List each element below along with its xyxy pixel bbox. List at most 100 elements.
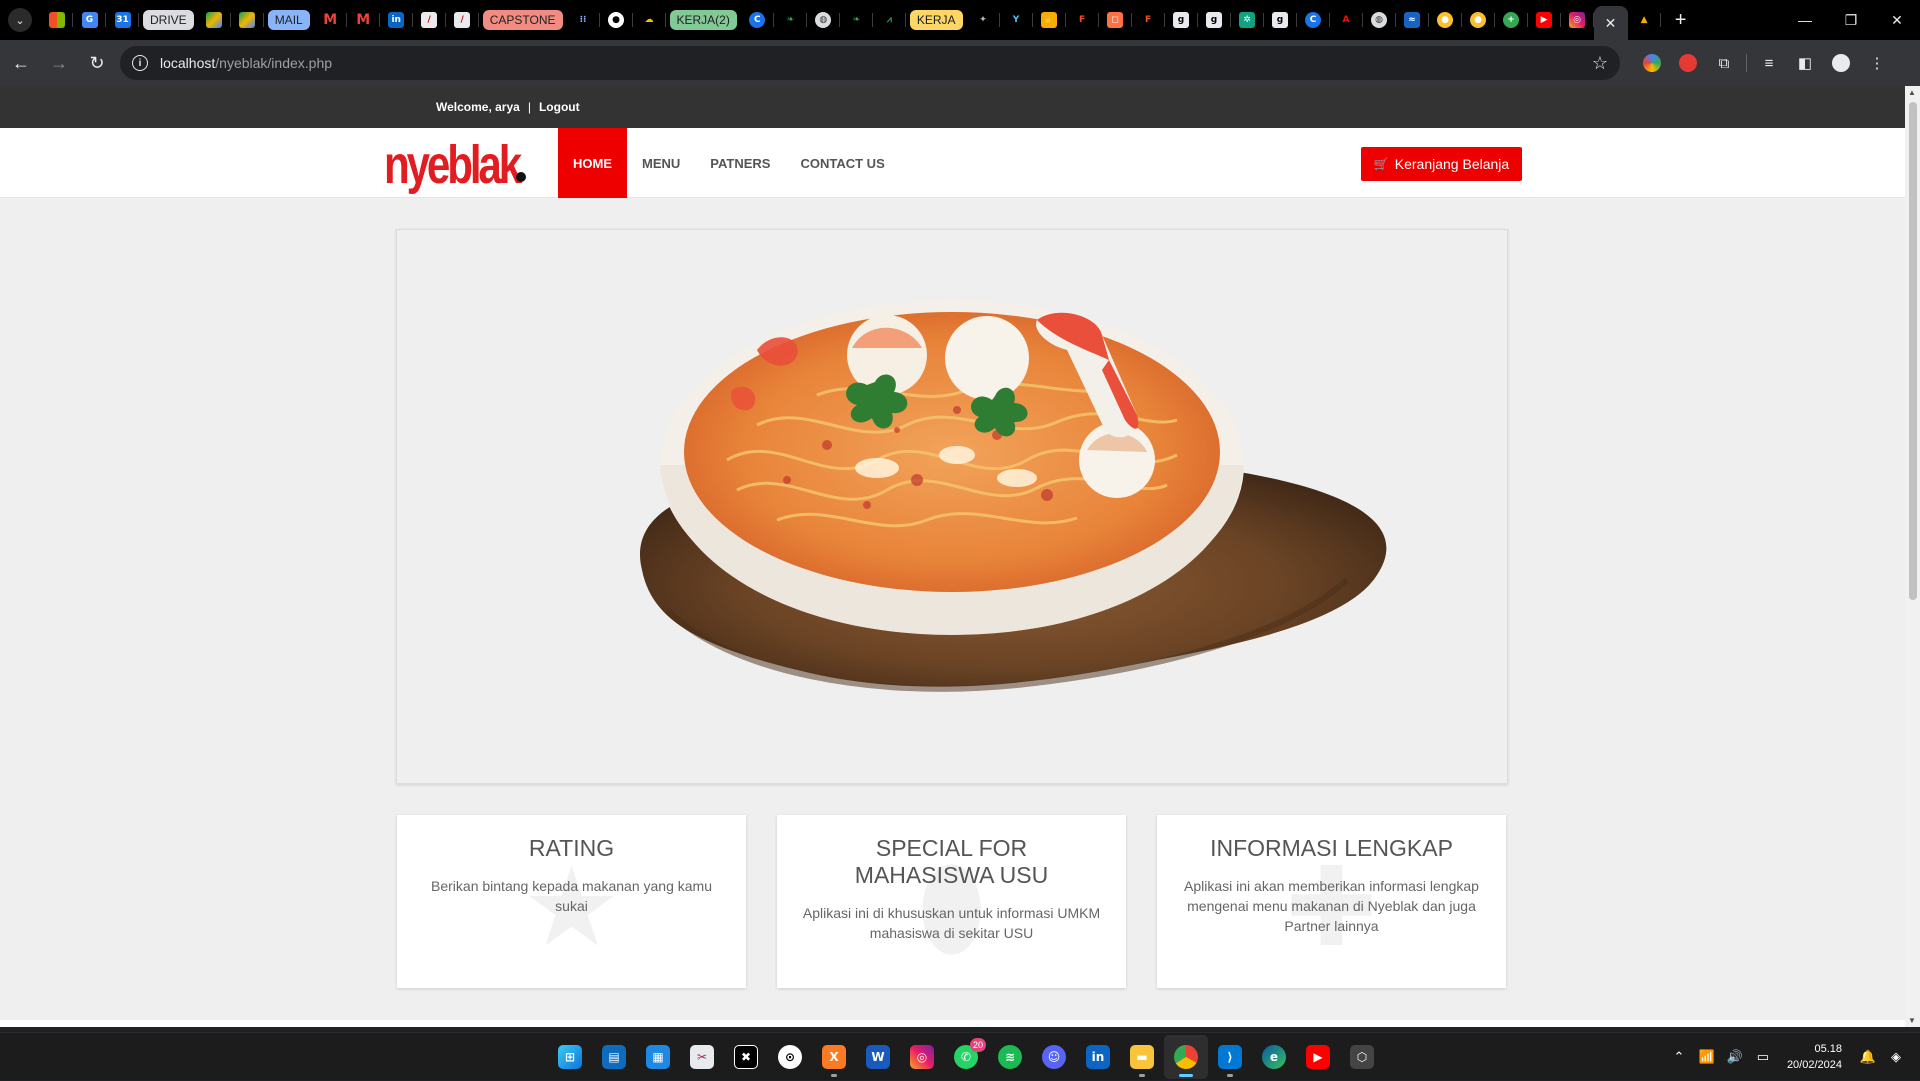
pinned-tab-wave[interactable]: ≈ — [1396, 0, 1429, 40]
active-tab[interactable]: ✕ — [1593, 6, 1628, 40]
pinned-tab-hand[interactable]: ✋ — [1033, 0, 1066, 40]
pinned-tab-orange[interactable]: ◻ — [1099, 0, 1132, 40]
start-button[interactable]: ⊞ — [548, 1035, 592, 1079]
taskbar-app-word[interactable]: W — [856, 1035, 900, 1079]
scroll-up-arrow-icon[interactable]: ▲ — [1908, 88, 1916, 97]
forward-button[interactable]: → — [42, 46, 76, 80]
pinned-tab-g-2[interactable]: g — [1198, 0, 1231, 40]
volume-icon[interactable]: 🔊 — [1723, 1049, 1747, 1065]
taskbar-app-whatsapp[interactable]: ✆ 20 — [944, 1035, 988, 1079]
nav-contact-us[interactable]: CONTACT US — [785, 128, 899, 198]
pinned-tab-microsoft[interactable] — [40, 0, 73, 40]
pinned-tab-instagram[interactable]: ◎ — [1561, 0, 1594, 40]
taskbar-clock[interactable]: 05.18 20/02/2024 — [1787, 1041, 1842, 1073]
taskbar-app-spotify[interactable]: ≋ — [988, 1035, 1032, 1079]
tab-group-drive[interactable]: DRIVE — [143, 10, 194, 30]
taskbar-app-toggle[interactable]: ⊙ — [768, 1035, 812, 1079]
pinned-tab-dots[interactable]: ⁝⁝ — [567, 0, 600, 40]
pinned-tab-chatgpt[interactable]: ✲ — [1231, 0, 1264, 40]
pinned-tab-g-3[interactable]: g — [1264, 0, 1297, 40]
reload-button[interactable]: ↻ — [80, 46, 114, 80]
cart-button[interactable]: 🛒 Keranjang Belanja — [1361, 147, 1522, 181]
notification-bell-icon[interactable]: 🔔 — [1856, 1049, 1880, 1065]
taskbar-app-xampp[interactable]: X — [812, 1035, 856, 1079]
tab-group-capstone[interactable]: CAPSTONE — [482, 10, 563, 30]
nav-home[interactable]: HOME — [558, 128, 627, 198]
taskbar-app-capcut[interactable]: ✖ — [724, 1035, 768, 1079]
pinned-tab-calendar[interactable]: 31 — [106, 0, 139, 40]
taskbar-app-edge[interactable]: e — [1252, 1035, 1296, 1079]
pinned-tab-chart[interactable]: ⩘ — [873, 0, 906, 40]
pinned-tab-gmail-2[interactable]: M — [347, 0, 380, 40]
extension-google-icon[interactable] — [1634, 46, 1670, 80]
tab-search-chevron-icon[interactable]: ⌄ — [8, 8, 32, 32]
pinned-tab-mountain[interactable]: ▲ — [1628, 0, 1661, 40]
taskbar-app-instagram[interactable]: ◎ — [900, 1035, 944, 1079]
taskbar-app-chrome[interactable] — [1164, 1035, 1208, 1079]
close-tab-icon[interactable]: ✕ — [1605, 15, 1617, 32]
pinned-tab-y[interactable]: Y — [1000, 0, 1033, 40]
taskbar-app-widgets[interactable]: ▤ — [592, 1035, 636, 1079]
pinned-tab-figma-2[interactable]: / — [446, 0, 479, 40]
pinned-tab-gdrive-2[interactable] — [231, 0, 264, 40]
pinned-tab-coin-1[interactable]: ● — [1429, 0, 1462, 40]
minimize-button[interactable]: — — [1782, 0, 1828, 40]
close-window-button[interactable]: ✕ — [1874, 0, 1920, 40]
site-logo[interactable]: nyeblak — [384, 138, 522, 192]
pinned-tab-figma-4[interactable]: F — [1132, 0, 1165, 40]
nav-patners[interactable]: PATNERS — [695, 128, 785, 198]
pinned-tab-youtube[interactable]: ▶ — [1528, 0, 1561, 40]
pinned-tab-figma-3[interactable]: F — [1066, 0, 1099, 40]
taskbar-app-unity[interactable]: ⬡ — [1340, 1035, 1384, 1079]
site-info-icon[interactable]: i — [132, 55, 148, 71]
battery-icon[interactable]: ▭ — [1751, 1049, 1775, 1065]
taskbar-app-discord[interactable]: ☺ — [1032, 1035, 1076, 1079]
pinned-tab-gmail-1[interactable]: M — [314, 0, 347, 40]
media-controls-icon[interactable]: ≡ — [1751, 46, 1787, 80]
pinned-tab-translate[interactable]: G — [73, 0, 106, 40]
scrollbar-thumb[interactable] — [1909, 102, 1917, 600]
tab-group-mail[interactable]: MAIL — [267, 10, 310, 30]
pinned-tab-github[interactable]: ● — [600, 0, 633, 40]
page-scrollbar[interactable]: ▲ ▼ — [1905, 86, 1920, 1027]
extension-red-icon[interactable] — [1670, 46, 1706, 80]
side-panel-icon[interactable]: ◧ — [1787, 46, 1823, 80]
pinned-tab-leaf-2[interactable]: ❧ — [840, 0, 873, 40]
address-url[interactable]: localhost/nyeblak/index.php — [160, 55, 332, 71]
copilot-icon[interactable]: ◈ — [1884, 1049, 1908, 1065]
pinned-tab-canva[interactable]: C — [741, 0, 774, 40]
show-hidden-icons-chevron-icon[interactable]: ⌃ — [1667, 1049, 1691, 1065]
taskbar-app-youtube[interactable]: ▶ — [1296, 1035, 1340, 1079]
pinned-tab-canva-2[interactable]: C — [1297, 0, 1330, 40]
nav-menu[interactable]: MENU — [627, 128, 695, 198]
extensions-puzzle-icon[interactable]: ⧉ — [1706, 46, 1742, 80]
pinned-tab-figma-1[interactable]: / — [413, 0, 446, 40]
taskbar-app-snipping[interactable]: ✂ — [680, 1035, 724, 1079]
logout-link[interactable]: Logout — [539, 100, 580, 114]
pinned-tab-green[interactable]: + — [1495, 0, 1528, 40]
new-tab-button[interactable]: + — [1667, 6, 1695, 34]
pinned-tab-gdrive-1[interactable] — [198, 0, 231, 40]
pinned-tab-cloud[interactable]: ☁ — [633, 0, 666, 40]
tab-group-kerja-2[interactable]: KERJA(2) — [669, 10, 737, 30]
pinned-tab-linkedin[interactable]: in — [380, 0, 413, 40]
restore-button[interactable]: ❐ — [1828, 0, 1874, 40]
pinned-tab-tool[interactable]: ✦ — [967, 0, 1000, 40]
taskbar-app-store[interactable]: ▦ — [636, 1035, 680, 1079]
address-bar[interactable]: i localhost/nyeblak/index.php ☆ — [120, 46, 1620, 80]
wifi-icon[interactable]: 📶 — [1695, 1049, 1719, 1065]
tab-group-kerja[interactable]: KERJA — [909, 10, 963, 30]
pinned-tab-g-1[interactable]: g — [1165, 0, 1198, 40]
back-button[interactable]: ← — [4, 46, 38, 80]
taskbar-app-linkedin[interactable]: in — [1076, 1035, 1120, 1079]
menu-kebab-icon[interactable]: ⋮ — [1859, 46, 1895, 80]
bookmark-star-icon[interactable]: ☆ — [1592, 53, 1608, 74]
pinned-tab-coin-2[interactable]: ● — [1462, 0, 1495, 40]
pinned-tab-adobe[interactable]: A — [1330, 0, 1363, 40]
hero-slider[interactable] — [396, 229, 1508, 784]
pinned-tab-globe-2[interactable]: ◍ — [1363, 0, 1396, 40]
scroll-down-arrow-icon[interactable]: ▼ — [1908, 1016, 1916, 1025]
pinned-tab-globe[interactable]: ◍ — [807, 0, 840, 40]
pinned-tab-leaf-1[interactable]: ❧ — [774, 0, 807, 40]
taskbar-app-vscode[interactable]: ⟩ — [1208, 1035, 1252, 1079]
